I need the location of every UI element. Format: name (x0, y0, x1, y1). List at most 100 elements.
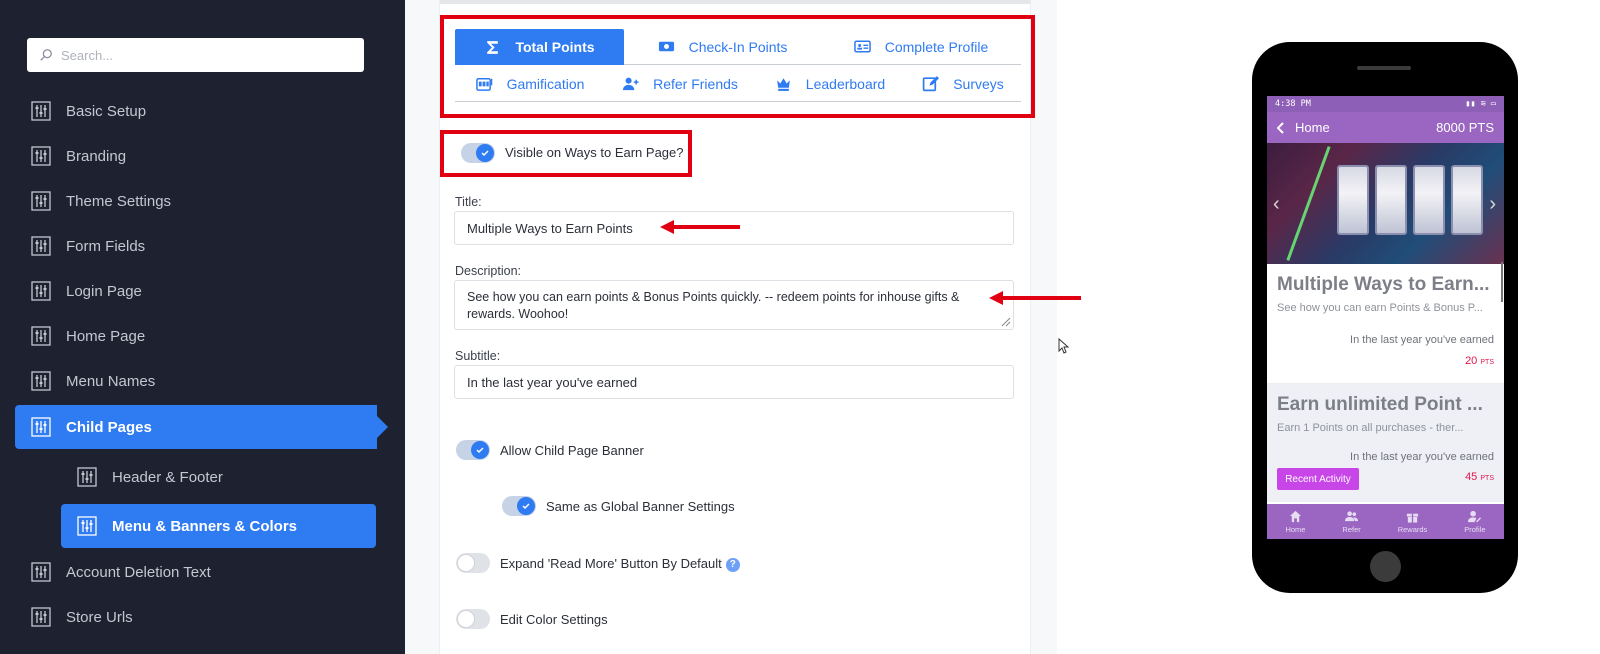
phone-app-bar: Home 8000 PTS (1267, 112, 1504, 143)
status-icons: ▮▮ ≋ ▭ (1465, 99, 1496, 109)
sidebar-item-login-page[interactable]: Login Page (15, 269, 377, 313)
sliders-icon (31, 326, 51, 346)
tab-label: Refer Friends (653, 75, 738, 92)
nav-profile[interactable]: Profile (1464, 510, 1486, 534)
cash-icon (658, 41, 674, 52)
next-slide-icon[interactable]: › (1489, 193, 1496, 216)
tab-total-points[interactable]: Total Points (455, 29, 624, 65)
user-plus-icon (623, 77, 639, 91)
sidebar-item-label: Login Page (66, 282, 142, 300)
same-global-label: Same as Global Banner Settings (546, 499, 735, 514)
card-subtitle: In the last year you've earned (1350, 334, 1494, 346)
annotation-arrow (989, 291, 1081, 305)
recent-activity-button[interactable]: Recent Activity (1277, 468, 1359, 490)
sidebar-item-menu-names[interactable]: Menu Names (15, 359, 377, 403)
description-textarea[interactable]: See how you can earn points & Bonus Poin… (454, 280, 1014, 330)
sidebar-item-home-page[interactable]: Home Page (15, 314, 377, 358)
resize-handle-icon[interactable] (1001, 317, 1011, 327)
sidebar-item-branding[interactable]: Branding (15, 134, 377, 178)
tab-label: Total Points (515, 39, 595, 55)
phone-bottom-nav: Home Refer Rewards Profile (1267, 504, 1504, 539)
mouse-cursor-icon (1058, 338, 1070, 354)
expand-read-more-label: Expand 'Read More' Button By Default? (500, 556, 740, 572)
tab-check-in-points[interactable]: Check-In Points (624, 29, 821, 65)
nav-refer[interactable]: Refer (1342, 510, 1361, 534)
sidebar-item-label: Form Fields (66, 237, 146, 255)
edit-color-label: Edit Color Settings (500, 612, 608, 627)
sidebar-item-label: Store Urls (66, 608, 133, 626)
sliders-icon (31, 281, 51, 301)
subtitle-input[interactable]: In the last year you've earned (454, 365, 1014, 399)
phone-scrollbar[interactable] (1501, 262, 1503, 302)
search-icon (40, 49, 52, 61)
sidebar-item-theme-settings[interactable]: Theme Settings (15, 179, 377, 223)
phone-card[interactable]: Earn unlimited Point ... Earn 1 Points o… (1267, 384, 1504, 502)
tab-gamification[interactable]: Gamification (455, 66, 605, 102)
sidebar-item-menu-banners-colors[interactable]: Menu & Banners & Colors (61, 504, 376, 548)
phone-time: 4:38 PM (1275, 99, 1311, 109)
phone-header-points: 8000 PTS (1436, 120, 1494, 135)
sidebar-item-account-deletion-text[interactable]: Account Deletion Text (15, 550, 377, 594)
card-title: Earn unlimited Point ... (1277, 394, 1483, 415)
crown-icon (776, 78, 790, 91)
sliders-icon (31, 191, 51, 211)
sidebar-item-label: Theme Settings (66, 192, 172, 210)
tab-leaderboard[interactable]: Leaderboard (755, 66, 905, 102)
edit-color-toggle[interactable] (456, 609, 490, 629)
annotation-arrow (660, 220, 740, 234)
card-title: Multiple Ways to Earn... (1277, 274, 1490, 295)
nav-rewards[interactable]: Rewards (1398, 510, 1427, 534)
phone-home-button (1370, 551, 1401, 582)
allow-banner-toggle[interactable] (456, 440, 490, 460)
title-label: Title: (455, 195, 482, 209)
back-chevron-icon[interactable] (1277, 121, 1285, 134)
tab-label: Leaderboard (805, 75, 886, 92)
sliders-icon (31, 146, 51, 166)
search-box[interactable] (27, 38, 364, 72)
sidebar-item-label: Basic Setup (66, 102, 147, 120)
sliders-icon (31, 417, 51, 437)
sidebar-item-header-footer[interactable]: Header & Footer (61, 455, 376, 499)
sidebar-item-child-pages[interactable]: Child Pages (15, 405, 388, 449)
id-card-icon (853, 40, 871, 53)
phone-preview: 4:38 PM ▮▮ ≋ ▭ Home 8000 PTS ‹ › Multipl… (1252, 42, 1518, 593)
visible-toggle[interactable] (461, 143, 495, 163)
tab-surveys[interactable]: Surveys (905, 66, 1021, 102)
user-edit-icon (1468, 510, 1482, 522)
sidebar-item-label: Branding (66, 147, 127, 165)
sliders-icon (77, 467, 97, 487)
allow-banner-label: Allow Child Page Banner (500, 443, 644, 458)
phone-speaker (1357, 66, 1411, 70)
phone-card[interactable]: Multiple Ways to Earn... See how you can… (1267, 264, 1504, 384)
top-divider (440, 0, 1030, 4)
tab-label: Check-In Points (688, 38, 788, 55)
sidebar-item-store-urls[interactable]: Store Urls (15, 595, 377, 639)
help-icon[interactable]: ? (725, 557, 740, 572)
search-input[interactable] (61, 47, 341, 63)
sliders-icon (31, 371, 51, 391)
sliders-icon (31, 562, 51, 582)
sidebar-item-basic-setup[interactable]: Basic Setup (15, 89, 377, 133)
sliders-icon (31, 236, 51, 256)
card-points: 45 PTS (1465, 471, 1494, 483)
sliders-icon (77, 516, 97, 536)
sidebar-item-label: Account Deletion Text (66, 563, 211, 581)
same-global-toggle[interactable] (502, 496, 536, 516)
description-label: Description: (455, 264, 521, 278)
tab-refer-friends[interactable]: Refer Friends (605, 66, 755, 102)
sidebar-item-label: Header & Footer (112, 468, 223, 486)
card-subtitle: In the last year you've earned (1350, 451, 1494, 463)
banner-image: ‹ › (1267, 143, 1504, 264)
tab-complete-profile[interactable]: Complete Profile (821, 29, 1021, 65)
nav-home[interactable]: Home (1285, 510, 1305, 534)
phone-status-bar: 4:38 PM ▮▮ ≋ ▭ (1267, 96, 1504, 112)
sidebar-item-form-fields[interactable]: Form Fields (15, 224, 377, 268)
prev-slide-icon[interactable]: ‹ (1273, 193, 1280, 216)
card-desc: Earn 1 Points on all purchases - ther... (1277, 422, 1464, 434)
description-value: See how you can earn points & Bonus Poin… (467, 290, 960, 321)
sidebar-item-label: Child Pages (66, 418, 152, 436)
sidebar-item-label: Menu & Banners & Colors (112, 517, 298, 535)
expand-read-more-toggle[interactable] (456, 553, 490, 573)
edit-icon (922, 76, 940, 92)
sidebar-item-label: Home Page (66, 327, 146, 345)
